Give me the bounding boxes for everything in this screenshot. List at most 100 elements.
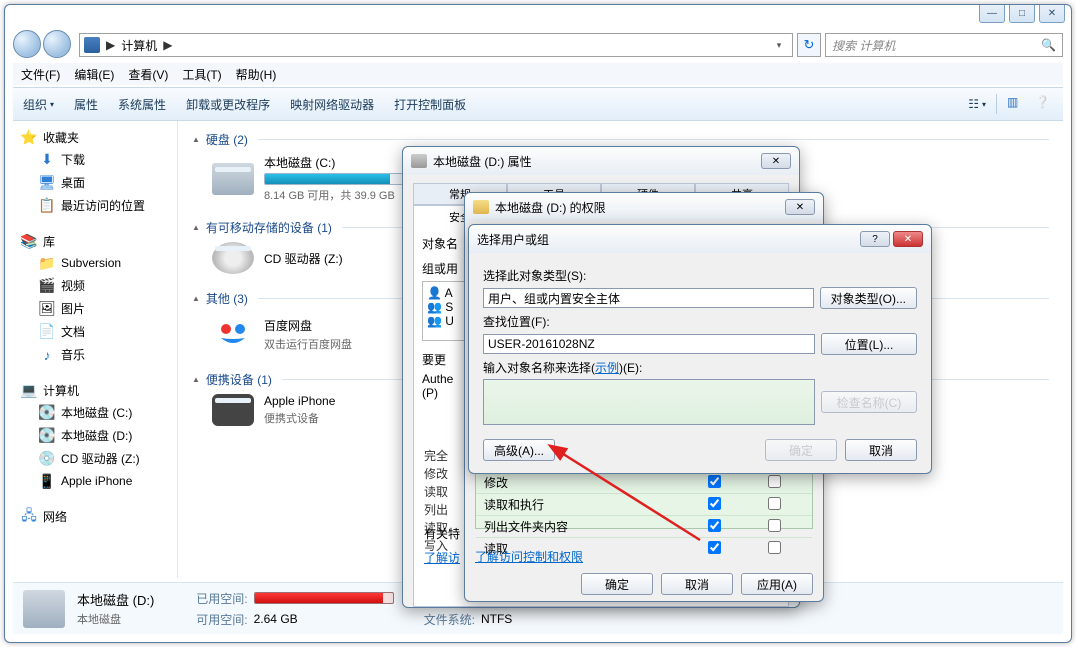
video-icon: 🎬 <box>39 278 55 294</box>
object-name-input[interactable] <box>483 379 815 425</box>
help-icon[interactable]: ❔ <box>1035 95 1053 113</box>
ok-button[interactable]: 确定 <box>581 573 653 595</box>
breadcrumb-sep: ▶ <box>163 38 172 52</box>
sidebar-pictures[interactable]: 🖼图片 <box>17 297 173 320</box>
dialog-titlebar[interactable]: 本地磁盘 (D:) 属性 ✕ <box>403 147 799 175</box>
location-input[interactable] <box>483 334 815 354</box>
maximize-button[interactable]: □ <box>1009 5 1035 23</box>
library-icon: 📚 <box>21 234 37 250</box>
sidebar-drive-z[interactable]: 💿CD 驱动器 (Z:) <box>17 447 173 470</box>
free-value: 2.64 GB <box>254 612 298 626</box>
deny-checkbox[interactable] <box>768 497 781 510</box>
cancel-button[interactable]: 取消 <box>661 573 733 595</box>
preview-pane-icon[interactable]: ▥ <box>1007 95 1025 113</box>
close-button[interactable]: ✕ <box>893 231 923 247</box>
desktop-icon: 🖥 <box>39 175 55 191</box>
address-dropdown[interactable]: ▾ <box>770 40 788 51</box>
sidebar-drive-c[interactable]: 💽本地磁盘 (C:) <box>17 401 173 424</box>
sidebar-network[interactable]: 🖧网络 <box>17 506 173 527</box>
deny-checkbox[interactable] <box>768 475 781 488</box>
sidebar-computer[interactable]: 💻计算机 <box>17 380 173 401</box>
tool-system-properties[interactable]: 系统属性 <box>118 96 166 113</box>
forward-button[interactable] <box>43 30 71 58</box>
status-name: 本地磁盘 (D:) <box>77 590 154 609</box>
dialog-titlebar[interactable]: 本地磁盘 (D:) 的权限 ✕ <box>465 193 823 221</box>
learn-link[interactable]: 了解访 <box>424 549 460 566</box>
address-bar[interactable]: ▶ 计算机 ▶ ▾ <box>79 33 793 57</box>
allow-checkbox[interactable] <box>708 541 721 554</box>
menu-file[interactable]: 文件(F) <box>21 66 60 83</box>
address-row: ▶ 计算机 ▶ ▾ ↻ 搜索 计算机 🔍 <box>13 31 1063 59</box>
search-input[interactable]: 搜索 计算机 🔍 <box>825 33 1063 57</box>
tool-properties[interactable]: 属性 <box>74 96 98 113</box>
minimize-button[interactable]: — <box>979 5 1005 23</box>
toolbar: 组织▾ 属性 系统属性 卸载或更改程序 映射网络驱动器 打开控制面板 ☷ ▾ ▥… <box>13 87 1063 121</box>
sidebar-drive-d[interactable]: 💽本地磁盘 (D:) <box>17 424 173 447</box>
drive-icon <box>23 590 65 628</box>
object-type-input[interactable] <box>483 288 814 308</box>
close-button[interactable]: ✕ <box>1039 5 1065 23</box>
deny-checkbox[interactable] <box>768 541 781 554</box>
perm-modify: 修改 <box>484 474 684 491</box>
menu-edit[interactable]: 编辑(E) <box>74 66 114 83</box>
dialog-title: 本地磁盘 (D:) 属性 <box>433 153 532 170</box>
sidebar-recent[interactable]: 📋最近访问的位置 <box>17 194 173 217</box>
back-button[interactable] <box>13 30 41 58</box>
search-placeholder: 搜索 计算机 <box>832 37 895 54</box>
select-user-dialog: 选择用户或组 ? ✕ 选择此对象类型(S): 对象类型(O)... 查找位置(F… <box>468 224 932 474</box>
sidebar-iphone[interactable]: 📱Apple iPhone <box>17 470 173 492</box>
cancel-button[interactable]: 取消 <box>845 439 917 461</box>
tool-uninstall[interactable]: 卸载或更改程序 <box>186 96 270 113</box>
free-label: 可用空间: <box>196 611 247 628</box>
drive-icon <box>212 163 254 195</box>
view-mode-button[interactable]: ☷ ▾ <box>968 97 986 111</box>
drive-usage-bar <box>264 173 424 185</box>
help-button[interactable]: ? <box>860 231 890 247</box>
location-label: 查找位置(F): <box>483 313 917 330</box>
tool-control-panel[interactable]: 打开控制面板 <box>394 96 466 113</box>
advanced-button[interactable]: 高级(A)... <box>483 439 555 461</box>
sidebar-videos[interactable]: 🎬视频 <box>17 274 173 297</box>
close-button[interactable]: ✕ <box>761 153 791 169</box>
change-label: 要更 <box>422 353 446 367</box>
deny-checkbox[interactable] <box>768 519 781 532</box>
dialog-titlebar[interactable]: 选择用户或组 ? ✕ <box>469 225 931 253</box>
iphone-icon <box>212 394 254 426</box>
allow-checkbox[interactable] <box>708 497 721 510</box>
sidebar-desktop[interactable]: 🖥桌面 <box>17 171 173 194</box>
network-icon: 🖧 <box>21 509 37 525</box>
breadcrumb-sep: ▶ <box>106 38 115 52</box>
breadcrumb-computer[interactable]: 计算机 <box>121 37 157 54</box>
sidebar-music[interactable]: ♪音乐 <box>17 343 173 366</box>
document-icon: 📄 <box>39 324 55 340</box>
sidebar-libraries[interactable]: 📚库 <box>17 231 173 252</box>
menu-tools[interactable]: 工具(T) <box>182 66 221 83</box>
learn-access-control-link[interactable]: 了解访问控制和权限 <box>475 548 583 565</box>
allow-checkbox[interactable] <box>708 519 721 532</box>
sidebar-subversion[interactable]: 📁Subversion <box>17 252 173 274</box>
refresh-button[interactable]: ↻ <box>797 33 821 57</box>
sidebar-documents[interactable]: 📄文档 <box>17 320 173 343</box>
drive-free-text: 8.14 GB 可用，共 39.9 GB <box>264 187 424 203</box>
menu-help[interactable]: 帮助(H) <box>236 66 277 83</box>
drive-name: CD 驱动器 (Z:) <box>264 250 343 267</box>
locations-button[interactable]: 位置(L)... <box>821 333 917 355</box>
ok-button: 确定 <box>765 439 837 461</box>
recent-icon: 📋 <box>39 198 55 214</box>
object-types-button[interactable]: 对象类型(O)... <box>820 287 917 309</box>
search-icon[interactable]: 🔍 <box>1041 38 1056 52</box>
computer-icon <box>84 37 100 53</box>
computer-icon: 💻 <box>21 383 37 399</box>
folder-icon: 📁 <box>39 255 55 271</box>
menu-view[interactable]: 查看(V) <box>128 66 168 83</box>
item-name: Apple iPhone <box>264 394 335 408</box>
example-link[interactable]: 示例 <box>595 361 619 375</box>
used-bar <box>254 592 394 604</box>
sidebar-downloads[interactable]: ⬇下载 <box>17 148 173 171</box>
allow-checkbox[interactable] <box>708 475 721 488</box>
tool-map-drive[interactable]: 映射网络驱动器 <box>290 96 374 113</box>
apply-button[interactable]: 应用(A) <box>741 573 813 595</box>
tool-organize[interactable]: 组织▾ <box>23 96 54 113</box>
close-button[interactable]: ✕ <box>785 199 815 215</box>
sidebar-favorites[interactable]: ⭐收藏夹 <box>17 127 173 148</box>
